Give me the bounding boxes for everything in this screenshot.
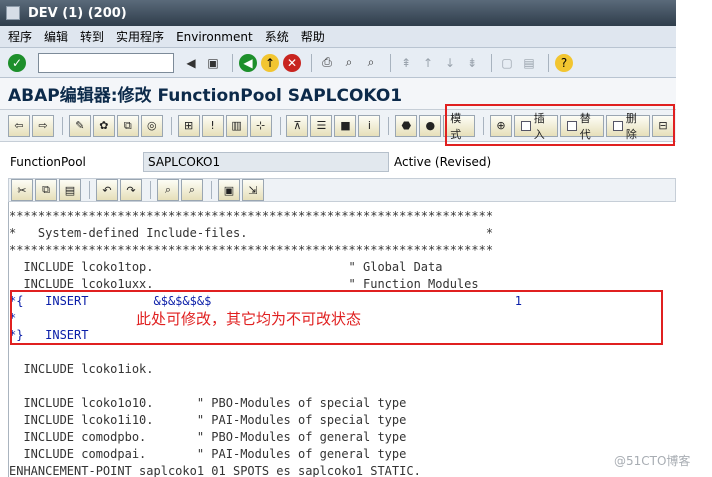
help-icon[interactable]: ? <box>555 53 573 72</box>
code-line: ENHANCEMENT-POINT saplcoko1_01 SPOTS es_… <box>9 464 421 477</box>
print-icon[interactable]: ⎙ <box>318 54 336 72</box>
code-line: * System-defined Include-files. * <box>9 226 494 240</box>
status-text: Active (Revised) <box>394 155 492 169</box>
search-next-button[interactable]: ⌕ <box>181 179 203 201</box>
editor-toolbar: ✂ ⧉ ▤ ↶ ↷ ⌕ ⌕ ▣ ⇲ <box>8 178 676 202</box>
page-title: ABAP编辑器:修改 FunctionPool SAPLCOKO1 <box>8 86 403 106</box>
toolbar-separator <box>170 116 172 135</box>
layout-button[interactable]: ☰ <box>310 114 333 137</box>
where-used-button[interactable]: ◎ <box>140 114 163 137</box>
code-line: INCLUDE comodpbo. " PBO-Modules of gener… <box>9 430 407 444</box>
find-next-icon[interactable]: ⌕ <box>362 54 380 72</box>
toolbar-separator <box>279 116 281 135</box>
info-button[interactable]: i <box>358 114 381 137</box>
next-page-icon[interactable]: ↓ <box>441 54 459 72</box>
watermark: @51CTO博客 <box>614 454 691 468</box>
object-list-button[interactable]: ⊞ <box>177 114 200 137</box>
cut-button[interactable]: ✂ <box>11 179 33 201</box>
enter-check-icon[interactable]: ✓ <box>8 53 26 72</box>
system-toolbar: ✓ ◀ ▣ ◀ ↑ ✕ ⎙ ⌕ ⌕ ⇞ ↑ ↓ ⇟ ▢ ▤ ? <box>0 48 676 78</box>
exit-icon[interactable]: ↑ <box>261 53 279 72</box>
save-icon[interactable]: ▣ <box>204 54 222 72</box>
toolbar-separator <box>89 181 90 199</box>
forward-arrow-button[interactable]: ⇨ <box>32 114 54 137</box>
check-button[interactable]: ⧉ <box>116 114 139 137</box>
annotation-text: 此处可修改，其它均为不可改状态 <box>136 310 362 328</box>
toolbar-separator <box>211 181 212 199</box>
first-page-icon[interactable]: ⇞ <box>397 54 415 72</box>
code-line: INCLUDE lcoko1i10. " PAI-Modules of spec… <box>9 413 407 427</box>
code-line: INCLUDE comodpai. " PAI-Modules of gener… <box>9 447 407 461</box>
block-button[interactable]: ■ <box>334 114 357 137</box>
menu-system[interactable]: 系统 <box>265 28 289 45</box>
tree-button[interactable]: ⊼ <box>286 114 309 137</box>
collapse-arrow-icon[interactable]: ◀ <box>182 54 200 72</box>
navigation-button[interactable]: ▥ <box>225 114 248 137</box>
shortcut-icon[interactable]: ▤ <box>520 54 538 72</box>
breakpoint-button[interactable]: ● <box>419 114 442 137</box>
toolbar-separator <box>311 53 312 72</box>
toolbar-separator <box>388 116 390 135</box>
menu-bar: 程序 编辑 转到 实用程序 Environment 系统 帮助 <box>0 26 676 48</box>
menu-program[interactable]: 程序 <box>8 28 32 45</box>
code-line: INCLUDE lcoko1iok. <box>9 362 154 376</box>
toolbar-highlight-box <box>445 104 675 146</box>
undo-button[interactable]: ↶ <box>96 179 118 201</box>
find-icon[interactable]: ⌕ <box>340 54 358 72</box>
toolbar-separator <box>62 116 63 135</box>
menu-environment[interactable]: Environment <box>176 30 253 44</box>
code-line: INCLUDE lcoko1o10. " PBO-Modules of spec… <box>9 396 407 410</box>
prev-page-icon[interactable]: ↑ <box>419 54 437 72</box>
function-pool-label: FunctionPool <box>10 155 86 169</box>
paste-button[interactable]: ▤ <box>59 179 81 201</box>
back-icon[interactable]: ◀ <box>239 53 257 72</box>
toolbar-separator <box>548 53 549 72</box>
function-pool-value: SAPLCOKO1 <box>143 152 389 172</box>
function-pool-row: FunctionPool SAPLCOKO1 Active (Revised) <box>0 150 676 174</box>
code-line: ****************************************… <box>9 209 494 223</box>
test-button[interactable]: ! <box>201 114 224 137</box>
toolbar-separator <box>150 181 151 199</box>
new-session-icon[interactable]: ▢ <box>498 54 516 72</box>
window-title: DEV (1) (200) <box>28 5 127 21</box>
code-line: INCLUDE lcoko1top. " Global Data <box>9 260 443 274</box>
app-icon <box>6 6 20 20</box>
display-change-button[interactable]: ✎ <box>68 114 91 137</box>
search-button[interactable]: ⌕ <box>157 179 179 201</box>
menu-goto[interactable]: 转到 <box>80 28 104 45</box>
menu-utilities[interactable]: 实用程序 <box>116 28 164 45</box>
redo-button[interactable]: ↷ <box>120 179 142 201</box>
window-titlebar: DEV (1) (200) <box>0 0 676 26</box>
toolbar-separator <box>491 53 492 72</box>
command-field[interactable] <box>38 52 174 73</box>
copy-button[interactable]: ⧉ <box>35 179 57 201</box>
toolbar-separator <box>390 53 391 72</box>
hierarchy-button[interactable]: ⊹ <box>249 114 272 137</box>
menu-help[interactable]: 帮助 <box>301 28 325 45</box>
code-line: ****************************************… <box>9 243 494 257</box>
last-page-icon[interactable]: ⇟ <box>463 54 481 72</box>
clipboard-button[interactable]: ▣ <box>218 179 240 201</box>
menu-edit[interactable]: 编辑 <box>44 28 68 45</box>
pattern-button[interactable]: ⇲ <box>242 179 264 201</box>
cancel-icon[interactable]: ✕ <box>283 53 301 72</box>
toolbar-separator <box>232 53 233 72</box>
stop-button[interactable]: ⬣ <box>395 114 418 137</box>
back-arrow-button[interactable]: ⇦ <box>8 114 30 137</box>
activate-button[interactable]: ✿ <box>92 114 115 137</box>
